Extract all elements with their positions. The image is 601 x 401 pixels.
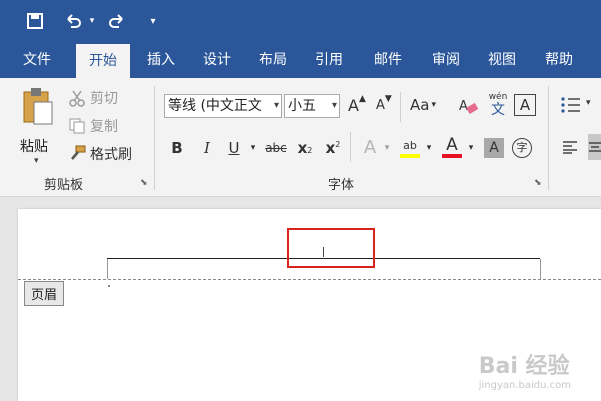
cut-label: 剪切 xyxy=(90,91,118,107)
font-group-label: 字体 xyxy=(328,178,355,193)
margin-marker-right xyxy=(540,259,541,279)
margin-marker-left xyxy=(107,259,108,279)
font-name-combo[interactable]: 等线 (中文正文 ▾ xyxy=(164,94,282,118)
text-effects-button[interactable]: A xyxy=(358,136,382,160)
eraser-icon: A xyxy=(459,99,478,114)
superscript-button[interactable]: x2 xyxy=(322,136,344,160)
copy-button[interactable]: 复制 xyxy=(68,116,118,136)
tab-help[interactable]: 帮助 xyxy=(530,42,588,78)
highlight-dropdown-icon[interactable]: ▾ xyxy=(424,136,434,160)
ribbon-tabs: 文件 开始 插入 设计 布局 引用 邮件 审阅 视图 帮助 xyxy=(0,42,601,78)
svg-text:A: A xyxy=(459,99,468,114)
italic-button[interactable]: I xyxy=(196,136,218,160)
paste-dropdown-icon: ▾ xyxy=(34,156,39,166)
character-border-icon: A xyxy=(519,96,531,114)
tab-mailings[interactable]: 邮件 xyxy=(360,42,416,78)
separator xyxy=(400,92,401,122)
change-case-button[interactable]: Aa ▾ xyxy=(410,96,436,114)
shrink-font-icon: A xyxy=(376,98,385,113)
format-painter-button[interactable]: 格式刷 xyxy=(68,144,132,164)
bullet-list-icon xyxy=(561,97,580,113)
font-size-combo[interactable]: 小五 ▾ xyxy=(284,94,340,118)
align-center-button[interactable] xyxy=(588,134,601,160)
clipboard-launcher-icon[interactable]: ⬊ xyxy=(140,178,150,188)
shrink-font-button[interactable]: A ▼ xyxy=(376,94,392,114)
font-launcher-icon[interactable]: ⬊ xyxy=(534,178,544,188)
tab-review[interactable]: 审阅 xyxy=(418,42,474,78)
font-name-dropdown-icon[interactable]: ▾ xyxy=(274,95,279,117)
font-color-icon: A xyxy=(446,135,458,155)
font-color-button[interactable]: A xyxy=(440,135,464,160)
separator xyxy=(350,132,351,162)
copy-label: 复制 xyxy=(90,119,118,135)
watermark-url: jingyan.baidu.com xyxy=(478,380,571,391)
watermark: Bai 经验 jingyan.baidu.com xyxy=(479,348,571,391)
clipboard-group-label: 剪贴板 xyxy=(44,178,84,193)
superscript-icon: x xyxy=(325,139,336,157)
bold-button[interactable]: B xyxy=(166,136,188,160)
paste-button[interactable]: 粘贴 ▾ xyxy=(14,86,60,170)
character-shading-button[interactable]: A xyxy=(484,138,504,158)
quick-access-toolbar: ▾ ▾ xyxy=(0,0,601,42)
format-painter-icon xyxy=(68,145,86,163)
format-painter-label: 格式刷 xyxy=(90,147,132,163)
watermark-text: Bai 经验 xyxy=(478,354,570,379)
clear-format-button[interactable]: A xyxy=(458,96,478,116)
grow-font-icon: A xyxy=(348,96,359,115)
header-label-tag: 页眉 xyxy=(24,281,65,306)
save-icon[interactable] xyxy=(22,8,48,34)
group-separator xyxy=(154,86,155,190)
bullets-dropdown-icon[interactable]: ▾ xyxy=(586,98,591,108)
header-boundary-line xyxy=(18,279,601,280)
align-left-button[interactable] xyxy=(562,140,578,154)
enclose-characters-button[interactable]: 字 xyxy=(512,138,532,158)
tab-references[interactable]: 引用 xyxy=(302,42,356,78)
align-left-icon xyxy=(563,141,577,154)
font-size-dropdown-icon[interactable]: ▾ xyxy=(332,95,337,117)
align-center-icon xyxy=(589,142,601,152)
customize-toolbar-icon[interactable]: ▾ xyxy=(146,8,160,34)
tab-layout[interactable]: 布局 xyxy=(246,42,300,78)
font-color-bar xyxy=(442,154,462,158)
phonetic-guide-top: wén xyxy=(488,92,508,102)
bullets-button[interactable] xyxy=(560,96,582,114)
subscript-icon: x xyxy=(297,139,308,157)
font-name-value: 等线 (中文正文 xyxy=(168,98,262,114)
copy-icon xyxy=(68,117,86,135)
phonetic-guide-button[interactable]: wén 文 xyxy=(486,92,510,120)
change-case-icon: Aa xyxy=(410,96,430,114)
scissors-icon xyxy=(68,89,86,107)
grow-font-button[interactable]: A ▲ xyxy=(348,94,366,116)
cut-button[interactable]: 剪切 xyxy=(68,88,118,108)
character-border-button[interactable]: A xyxy=(514,94,536,116)
text-effects-dropdown-icon[interactable]: ▾ xyxy=(382,136,392,160)
paste-icon xyxy=(23,88,53,125)
subscript-button[interactable]: x2 xyxy=(294,136,316,160)
underline-dropdown-icon[interactable]: ▾ xyxy=(248,136,258,160)
tab-view[interactable]: 视图 xyxy=(474,42,530,78)
tab-home[interactable]: 开始 xyxy=(76,44,130,78)
font-color-dropdown-icon[interactable]: ▾ xyxy=(466,136,476,160)
strikethrough-button[interactable]: abc xyxy=(262,136,290,160)
redo-icon[interactable] xyxy=(104,8,130,34)
highlight-annotation-box xyxy=(287,228,375,268)
paragraph-mark xyxy=(108,285,110,287)
highlight-button[interactable]: ab xyxy=(398,136,422,160)
undo-icon[interactable] xyxy=(60,8,86,34)
tab-insert[interactable]: 插入 xyxy=(134,42,188,78)
tab-file[interactable]: 文件 xyxy=(10,42,64,78)
underline-button[interactable]: U xyxy=(224,136,244,160)
group-separator xyxy=(548,86,549,190)
highlight-color-bar xyxy=(400,154,420,158)
paste-label: 粘贴 xyxy=(20,139,48,155)
phonetic-guide-bottom: 文 xyxy=(491,102,505,118)
tab-design[interactable]: 设计 xyxy=(190,42,244,78)
highlight-icon: ab xyxy=(403,139,417,152)
undo-dropdown-icon[interactable]: ▾ xyxy=(86,8,98,34)
ribbon-home: 粘贴 ▾ 剪切 复制 格式刷 剪贴板 ⬊ 等线 (中文正文 ▾ 小五 ▾ A ▲ … xyxy=(0,78,601,197)
font-size-value: 小五 xyxy=(288,98,316,114)
